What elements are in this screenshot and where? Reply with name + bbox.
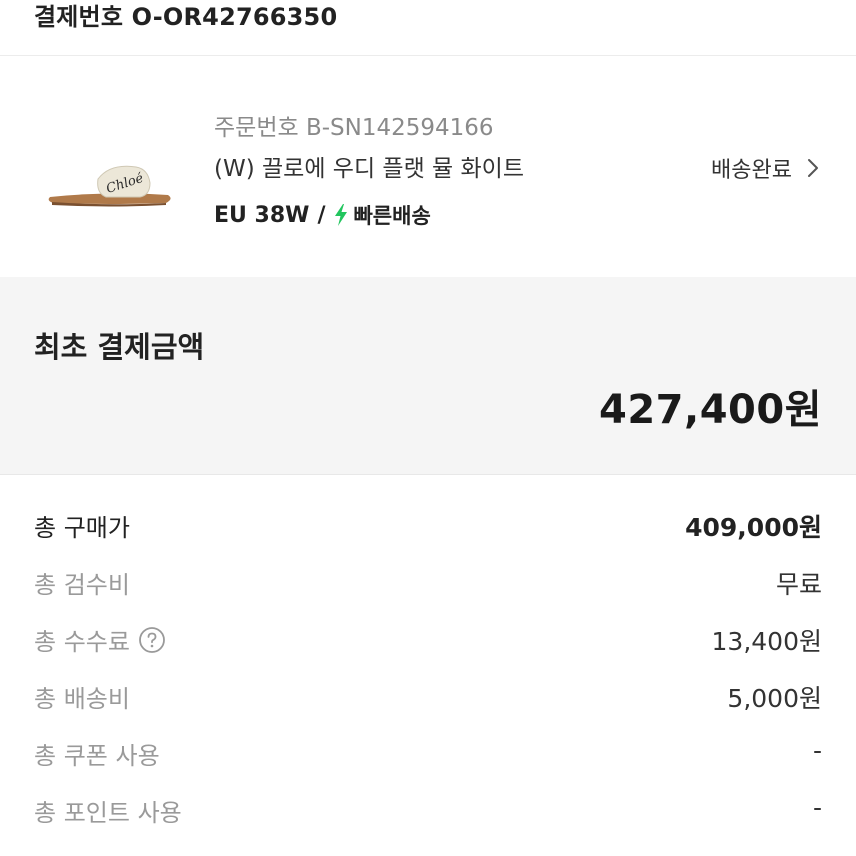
- breakdown-value: -: [812, 793, 822, 822]
- breakdown-row-commission: 총 수수료 13,400원: [0, 622, 856, 662]
- breakdown-row-points: 총 포인트 사용 -: [0, 793, 856, 833]
- option-separator: /: [317, 202, 326, 228]
- delivery-status-link[interactable]: 배송완료: [711, 152, 820, 184]
- breakdown-value: 5,000원: [727, 684, 822, 713]
- payment-number: 결제번호 O-OR42766350: [34, 3, 338, 31]
- product-option-line: EU 38W / 빠른배송: [214, 200, 431, 230]
- payment-detail-page: 결제번호 O-OR42766350 Chloé 주문번호 B-SN1425941…: [0, 0, 856, 856]
- breakdown-value: 무료: [775, 570, 822, 599]
- breakdown-value: 409,000원: [685, 513, 822, 542]
- product-size: EU 38W: [214, 202, 310, 228]
- product-name: (W) 끌로에 우디 플랫 뮬 화이트: [214, 156, 525, 182]
- breakdown-row-shipping-fee: 총 배송비 5,000원: [0, 679, 856, 719]
- breakdown-row-inspection-fee: 총 검수비 무료: [0, 565, 856, 605]
- breakdown-label: 총 쿠폰 사용: [34, 742, 160, 770]
- breakdown-value: 13,400원: [711, 627, 822, 656]
- breakdown-row-coupon: 총 쿠폰 사용 -: [0, 736, 856, 776]
- breakdown-row-purchase-price: 총 구매가 409,000원: [0, 508, 856, 548]
- delivery-status-label: 배송완료: [711, 158, 792, 183]
- initial-payment-title: 최초 결제금액: [34, 330, 205, 364]
- initial-payment-section: 최초 결제금액 427,400원: [0, 277, 856, 475]
- breakdown-label: 총 배송비: [34, 685, 130, 713]
- lightning-icon: [335, 204, 348, 226]
- order-number: 주문번호 B-SN142594166: [214, 115, 494, 141]
- payment-number-header: 결제번호 O-OR42766350: [0, 0, 856, 56]
- product-thumbnail: Chloé: [48, 165, 171, 207]
- breakdown-label: 총 수수료: [34, 628, 130, 656]
- order-item-card[interactable]: Chloé 주문번호 B-SN142594166 (W) 끌로에 우디 플랫 뮬…: [0, 57, 856, 277]
- chevron-right-icon: [808, 159, 818, 177]
- breakdown-label: 총 포인트 사용: [34, 799, 182, 827]
- fast-delivery-label: 빠른배송: [353, 204, 431, 228]
- breakdown-label: 총 검수비: [34, 571, 130, 599]
- initial-payment-amount: 427,400원: [599, 387, 822, 433]
- help-circle-icon[interactable]: [138, 626, 166, 654]
- breakdown-label: 총 구매가: [34, 514, 130, 542]
- breakdown-label-wrap: 총 수수료: [34, 622, 166, 657]
- breakdown-value: -: [812, 736, 822, 765]
